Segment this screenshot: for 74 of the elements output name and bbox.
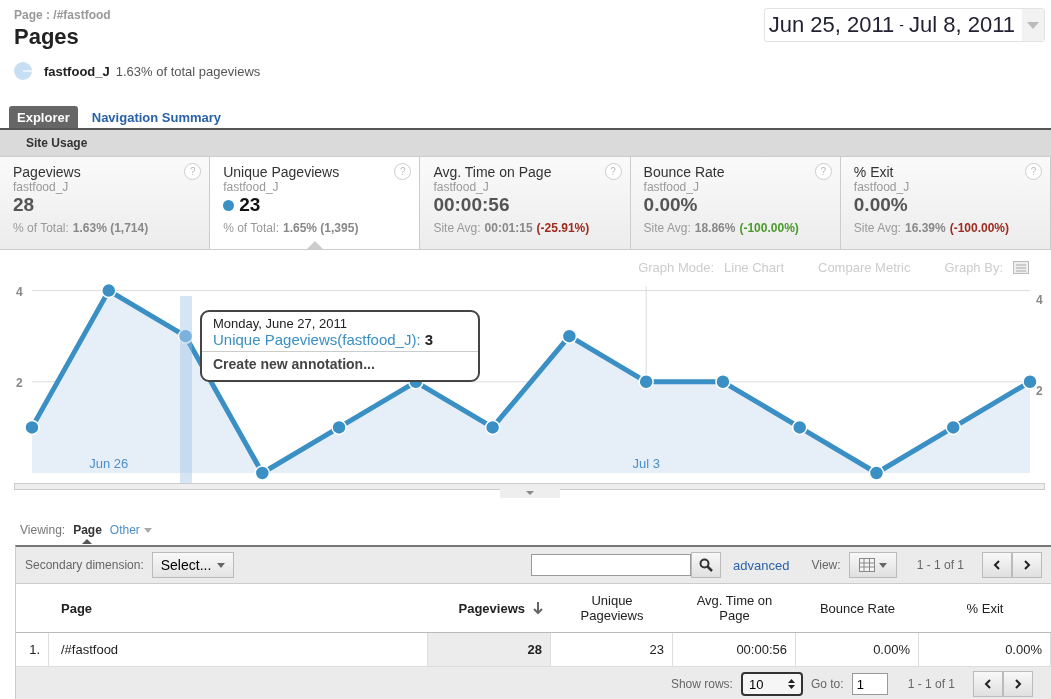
change-value: (-100.00%) (739, 221, 799, 235)
metric-title: % Exit (853, 163, 894, 180)
right-axis-label: 2 (1036, 383, 1043, 398)
secondary-dimension-select[interactable]: Select... (151, 552, 235, 578)
go-to-label: Go to: (810, 677, 844, 691)
table-cell: 28 (428, 633, 551, 667)
segment-label: fastfood_J (643, 180, 699, 194)
segment-name: fastfood_J (44, 63, 110, 79)
create-annotation-link[interactable]: Create new annotation... (202, 352, 478, 376)
show-rows-select[interactable]: 10 (740, 672, 803, 696)
go-to-field[interactable]: 1 (851, 673, 888, 695)
x-axis-label: Jul 3 (632, 456, 660, 471)
table-cell: /#fastfood (49, 633, 428, 667)
metric-card[interactable]: Avg. Time on Page ? fastfood_J 00:00:56 Site Avg: 00:01:15 (-25.91%) (420, 157, 631, 249)
metric-title: Unique Pageviews (223, 163, 340, 180)
right-axis-label: 4 (1036, 292, 1043, 307)
pagination-text: 1 - 1 of 1 (916, 558, 964, 572)
column-header[interactable]: Page (49, 584, 428, 633)
viewing-option[interactable]: Other (109, 523, 152, 537)
secondary-dimension-label: Secondary dimension: (25, 558, 144, 572)
metric-title: Avg. Time on Page (433, 163, 552, 180)
breadcrumb: Page : /#fastfood (14, 8, 112, 22)
y-axis-label: 4 (16, 284, 23, 299)
metric-title: Bounce Rate (643, 163, 725, 180)
metric-footer-value: 00:01:15 (484, 221, 533, 235)
subtab[interactable]: Site Usage (20, 136, 94, 150)
column-header[interactable]: Avg. Time on Page (673, 584, 796, 633)
metric-card[interactable]: Pageviews ? fastfood_J 28 % of Total: 1.63% (1,714) (0, 157, 211, 249)
metric-card[interactable]: Bounce Rate ? fastfood_J 0.00% Site Avg: 18.86% (-100.00%) (630, 157, 841, 249)
table-cell: 23 (551, 633, 673, 667)
metric-footer-label: % of Total: (13, 221, 69, 235)
column-header[interactable]: Unique Pageviews (551, 584, 673, 633)
change-value: (-25.91%) (536, 221, 590, 235)
metric-footer-label: Site Avg: (643, 221, 691, 235)
metric-footer-value: 1.65% (1,395) (283, 221, 359, 235)
tooltip-value: 3 (424, 331, 433, 348)
table-cell: 00:00:56 (673, 633, 796, 667)
metric-value: 23 (239, 194, 261, 216)
metric-footer-value: 1.63% (1,714) (72, 221, 149, 235)
metric-value: 0.00% (853, 194, 908, 216)
view-label: View: (811, 558, 841, 572)
column-header[interactable]: % Exit (919, 584, 1051, 633)
metric-footer-value: 16.39% (904, 221, 946, 235)
segment-label: fastfood_J (223, 180, 279, 194)
metric-value: 0.00% (643, 194, 698, 216)
tooltip-metric: Unique Pageviews(fastfood_J): (213, 331, 421, 348)
advanced-link[interactable]: advanced (733, 557, 790, 573)
metric-value: 00:00:56 (433, 194, 510, 216)
y-axis-label: 2 (16, 375, 23, 390)
legend-text: 1.63% of total pageviews (115, 63, 261, 79)
change-value: (-100.00%) (949, 221, 1010, 235)
tab[interactable]: Navigation Summary (83, 106, 230, 128)
page-title: Pages (14, 24, 80, 50)
metric-value: 28 (13, 194, 35, 216)
segment-label: fastfood_J (433, 180, 489, 194)
metric-card[interactable]: % Exit ? fastfood_J 0.00% Site Avg: 16.39% (-100.00%) (840, 157, 1051, 249)
row-index: 1. (16, 633, 49, 667)
table-cell: 0.00% (919, 633, 1051, 667)
metric-footer-label: % of Total: (223, 221, 279, 235)
metric-footer-value: 18.86% (694, 221, 736, 235)
column-header[interactable]: Bounce Rate (796, 584, 919, 633)
viewing-label: Viewing: (20, 523, 66, 537)
segment-label: fastfood_J (13, 180, 69, 194)
tooltip-date: Monday, June 27, 2011 (212, 316, 348, 331)
metric-footer-label: Site Avg: (853, 221, 901, 235)
metric-footer-label: Site Avg: (433, 221, 481, 235)
date-range-picker[interactable]: Jun 25, 2011 - Jul 8, 2011 (763, 8, 1045, 42)
tab[interactable]: Explorer (9, 106, 78, 128)
pagination-text: 1 - 1 of 1 (907, 677, 955, 691)
metric-title: Pageviews (13, 163, 81, 180)
table-cell: 0.00% (796, 633, 919, 667)
x-axis-label: Jun 26 (89, 456, 129, 471)
segment-label: fastfood_J (853, 180, 910, 194)
show-rows-label: Show rows: (670, 677, 733, 691)
